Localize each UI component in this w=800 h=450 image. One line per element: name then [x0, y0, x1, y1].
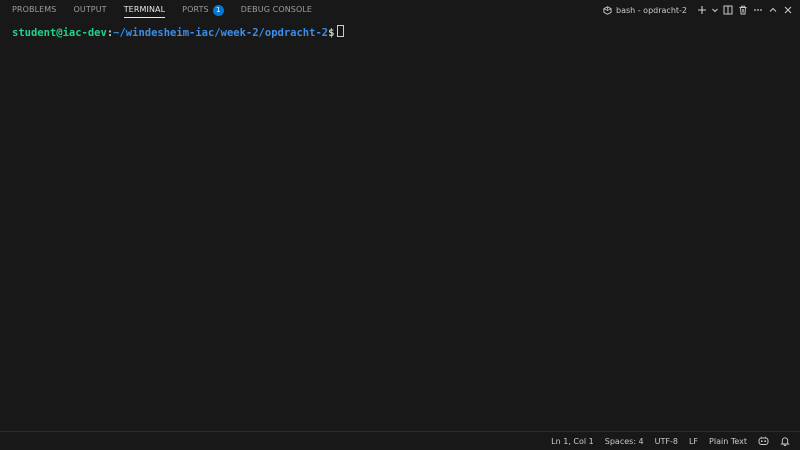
tab-label: OUTPUT: [73, 5, 107, 14]
panel-tab-bar: PROBLEMS OUTPUT TERMINAL PORTS 1 DEBUG CO…: [0, 0, 800, 20]
tab-label: PORTS: [182, 5, 209, 14]
terminal-actions: bash - opdracht-2: [603, 0, 800, 20]
ports-count-badge: 1: [212, 4, 224, 16]
split-icon[interactable]: [721, 3, 734, 17]
terminal-output[interactable]: student@iac-dev:~/windesheim-iac/week-2/…: [12, 25, 788, 40]
more-icon[interactable]: [751, 3, 764, 17]
tab-problems[interactable]: PROBLEMS: [12, 0, 56, 20]
prompt-user-host: student@iac-dev: [12, 27, 107, 39]
maximize-icon[interactable]: [766, 3, 779, 17]
panel-tabs: PROBLEMS OUTPUT TERMINAL PORTS 1 DEBUG CO…: [0, 0, 329, 20]
tab-debug-console[interactable]: DEBUG CONSOLE: [241, 0, 312, 20]
cursor-position[interactable]: Ln 1, Col 1: [551, 437, 594, 446]
prompt-dollar: $: [328, 27, 335, 39]
bell-icon[interactable]: [780, 436, 790, 446]
tab-label: TERMINAL: [123, 5, 166, 14]
prompt-path: ~/windesheim-iac/week-2/opdracht-2: [113, 27, 329, 39]
encoding-setting[interactable]: UTF-8: [655, 437, 678, 446]
status-bar: Ln 1, Col 1 Spaces: 4 UTF-8 LF Plain Tex…: [0, 431, 800, 450]
terminal-prompt-line: student@iac-dev:~/windesheim-iac/week-2/…: [12, 25, 788, 40]
terminal-name: bash - opdracht-2: [615, 5, 687, 15]
tab-label: DEBUG CONSOLE: [240, 5, 313, 14]
add-icon[interactable]: [695, 3, 708, 17]
chevron-down-icon[interactable]: [710, 3, 719, 17]
language-mode[interactable]: Plain Text: [709, 437, 747, 446]
terminal-cursor: [337, 25, 345, 37]
close-icon[interactable]: [781, 3, 794, 17]
indentation-setting[interactable]: Spaces: 4: [605, 437, 644, 446]
tab-terminal[interactable]: TERMINAL: [123, 0, 166, 20]
tab-output[interactable]: OUTPUT: [73, 0, 106, 20]
eol-setting[interactable]: LF: [689, 437, 698, 446]
terminal-panel: PROBLEMS OUTPUT TERMINAL PORTS 1 DEBUG CO…: [0, 0, 800, 450]
tab-label: PROBLEMS: [12, 5, 57, 14]
tab-ports[interactable]: PORTS 1: [182, 0, 224, 20]
terminal-icon: [603, 5, 612, 15]
terminal-instance-selector[interactable]: bash - opdracht-2: [603, 6, 687, 15]
trash-icon[interactable]: [736, 3, 749, 17]
copilot-icon[interactable]: [758, 436, 769, 446]
